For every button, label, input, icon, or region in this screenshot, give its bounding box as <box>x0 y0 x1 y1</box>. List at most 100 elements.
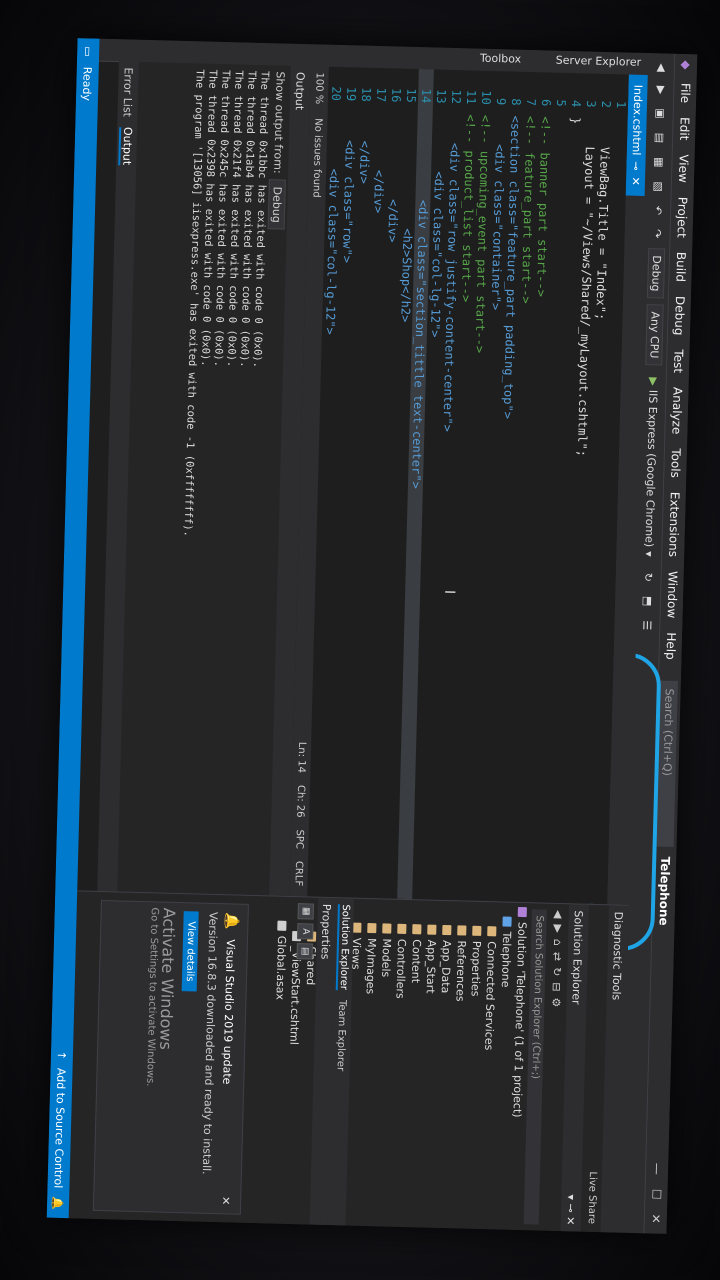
collapse-icon[interactable]: ⊟ <box>550 982 563 992</box>
editor-area: Index.cshtml ⊸ ✕ 12 ViewBag.Title = "Ind… <box>77 61 651 905</box>
visual-studio-window: ◆ File Edit View Project Build Debug Tes… <box>46 38 698 1234</box>
notifications-icon[interactable]: 🔔 <box>51 1196 64 1210</box>
play-icon: ▶ <box>647 377 661 386</box>
menu-project[interactable]: Project <box>674 190 690 245</box>
maximize-icon[interactable]: ☐ <box>649 1189 663 1200</box>
line-ending: CRLF <box>292 860 305 887</box>
live-share-button[interactable]: Live Share <box>586 1171 598 1224</box>
menu-build[interactable]: Build <box>673 245 688 289</box>
forward-icon[interactable]: ▶ <box>552 924 565 933</box>
server-explorer-tab[interactable]: Server Explorer <box>556 54 642 69</box>
pin-icon[interactable]: ⊸ <box>629 161 642 171</box>
menu-window[interactable]: Window <box>664 564 680 626</box>
code-text: </div> <box>356 111 373 185</box>
line-number-gutter: 19 <box>343 86 359 102</box>
tree-item-label: Properties <box>468 940 484 997</box>
toolbar-more-icon[interactable]: ☰ <box>640 616 655 634</box>
settings-icon[interactable]: ⚙ <box>550 997 563 1007</box>
tab-solution-explorer[interactable]: Solution Explorer <box>336 904 352 991</box>
folder-icon <box>367 922 377 934</box>
menu-test[interactable]: Test <box>671 342 686 380</box>
back-icon[interactable]: ◀ <box>552 910 565 919</box>
menu-debug[interactable]: Debug <box>672 289 687 343</box>
code-editor[interactable]: 12 ViewBag.Title = "Index"; 3 Layout = "~… <box>307 66 629 905</box>
properties-panel: Properties ▦ A ▤ <box>258 896 337 1226</box>
code-text: } <box>568 116 583 125</box>
tab-team-explorer[interactable]: Team Explorer <box>335 1000 348 1072</box>
line-number-gutter: 1 <box>613 100 629 109</box>
text-cursor-icon: I <box>441 589 458 595</box>
back-icon[interactable]: ◀ <box>654 59 669 76</box>
line-number-gutter: 4 <box>568 99 584 108</box>
line-number-gutter: 17 <box>373 87 389 103</box>
view-details-button[interactable]: View details <box>181 911 199 992</box>
output-source-select[interactable]: Debug <box>268 179 287 231</box>
property-pages-icon[interactable]: ▤ <box>296 943 313 960</box>
tree-item-label: Telephone <box>498 931 514 988</box>
tree-item-label: MyImages <box>363 937 379 995</box>
open-folder-icon[interactable]: ▤ <box>652 129 667 148</box>
line-number-gutter: 11 <box>463 89 479 105</box>
zoom-level[interactable]: 100 % <box>313 72 325 104</box>
status-ready: Ready <box>80 66 95 102</box>
add-source-control[interactable]: Add to Source Control <box>52 1068 68 1189</box>
close-icon[interactable]: ✕ <box>219 1196 232 1206</box>
folder-icon <box>382 923 392 934</box>
minimize-icon[interactable]: — <box>650 1163 664 1175</box>
pane-controls-icon[interactable]: ▾ ⊸ ✕ <box>564 1194 578 1225</box>
line-number-gutter: 20 <box>328 86 344 102</box>
output-title: Output <box>293 71 308 111</box>
menu-edit[interactable]: Edit <box>677 110 692 148</box>
live-share-label: Live Share <box>585 1171 599 1225</box>
undo-icon[interactable]: ↶ <box>651 202 666 220</box>
categorized-icon[interactable]: ▦ <box>297 903 314 920</box>
folder-icon <box>457 925 467 936</box>
line-number-gutter: 12 <box>448 89 464 105</box>
close-tab-icon[interactable]: ✕ <box>629 176 642 186</box>
tab-label: Index.cshtml <box>629 84 645 156</box>
toolbox-tab[interactable]: Toolbox <box>480 52 522 66</box>
menu-file[interactable]: File <box>678 76 693 110</box>
folder-icon <box>397 923 407 934</box>
forward-icon[interactable]: ▶ <box>654 82 669 99</box>
alphabetical-icon[interactable]: A <box>297 923 314 940</box>
run-target-label: IIS Express (Google Chrome) <box>642 389 661 548</box>
run-button[interactable]: ▶ IIS Express (Google Chrome) ▾ <box>642 371 662 563</box>
menu-analyze[interactable]: Analyze <box>669 380 685 442</box>
tree-item-label: References <box>453 940 469 1002</box>
line-number-gutter: 3 <box>583 100 599 108</box>
folder-icon <box>487 926 497 937</box>
project-icon <box>502 916 512 927</box>
new-project-icon[interactable]: ▣ <box>653 104 668 123</box>
line-number-gutter: 5 <box>553 99 569 107</box>
save-icon[interactable]: ▦ <box>652 153 667 172</box>
menu-extensions[interactable]: Extensions <box>666 485 682 565</box>
close-icon[interactable]: ✕ <box>649 1213 663 1223</box>
menu-tools[interactable]: Tools <box>668 441 683 485</box>
refresh-icon[interactable]: ↻ <box>551 967 564 977</box>
tab-error-list[interactable]: Error List <box>121 67 135 117</box>
platform-select[interactable]: Any CPU <box>645 304 665 366</box>
line-number-gutter: 9 <box>493 97 509 106</box>
tab-index-cshtml[interactable]: Index.cshtml ⊸ ✕ <box>625 74 648 197</box>
sync-icon[interactable]: ⇄ <box>551 952 564 962</box>
home-icon[interactable]: ⌂ <box>551 939 564 946</box>
line-number-gutter: 18 <box>358 87 374 102</box>
refresh-icon[interactable]: ↻ <box>641 569 656 587</box>
bell-icon: 🔔 <box>223 912 240 931</box>
char-number: Ch: 26 <box>294 784 307 818</box>
menu-view[interactable]: View <box>676 147 691 190</box>
configuration-select[interactable]: Debug <box>647 248 666 299</box>
issues-indicator[interactable]: No issues found <box>311 118 324 198</box>
browser-link-icon[interactable]: ⬒ <box>640 592 655 611</box>
tree-item-label: Content <box>408 939 424 984</box>
save-all-icon[interactable]: ▧ <box>651 177 666 196</box>
line-number-gutter: 14 <box>418 88 434 104</box>
menu-help[interactable]: Help <box>663 625 678 667</box>
redo-icon[interactable]: ↷ <box>650 225 665 243</box>
folder-icon <box>427 924 437 935</box>
search-input[interactable]: Search (Ctrl+Q) <box>657 680 679 847</box>
visual-studio-icon: ◆ <box>678 60 694 70</box>
line-number-gutter: 16 <box>388 87 404 103</box>
tab-output[interactable]: Output <box>118 126 135 166</box>
